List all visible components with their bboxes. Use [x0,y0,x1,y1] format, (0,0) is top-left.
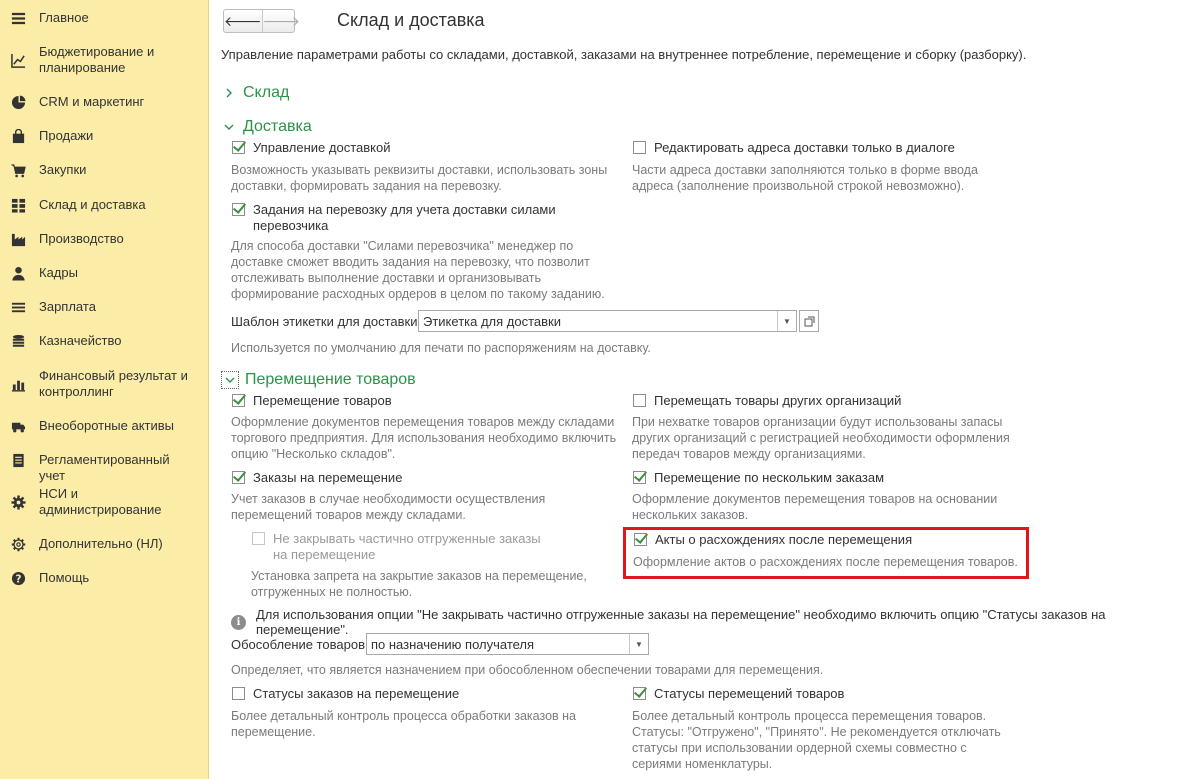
group-dostavka[interactable]: Доставка [221,118,312,136]
transport-tasks-checkbox[interactable]: Задания на перевозку для учета доставки … [232,202,562,234]
factory-icon [10,231,26,247]
group-dostavka-label: Доставка [243,118,312,135]
sidebar-item-warehouse[interactable]: Склад и доставка [0,197,208,215]
dropdown-arrow-icon[interactable]: ▼ [629,634,648,654]
back-button[interactable]: 🡐 [224,10,262,32]
help-icon: ? [10,570,26,586]
wallet-icon [10,299,26,315]
menu-icon [10,10,26,26]
checkbox-box[interactable] [232,141,245,154]
other-org-hint: При нехватке товаров организации будут и… [632,415,1010,461]
warehouse-grid-icon [10,197,26,213]
chevron-right-icon [221,85,237,101]
checkbox-box[interactable] [252,532,265,545]
label-template-select[interactable]: Этикетка для доставки ▼ [418,310,797,332]
sidebar-item-purchases[interactable]: Закупки [0,162,208,180]
shopping-bag-icon [10,128,26,144]
transfer-goods-hint: Оформление документов перемещения товаро… [231,415,617,461]
no-close-orders-hint: Установка запрета на закрытие заказов на… [251,569,587,599]
group-sklad-label: Склад [243,84,290,101]
checkbox-box[interactable] [633,394,646,407]
order-statuses-hint: Более детальный контроль процесса обрабо… [231,709,576,739]
sidebar-item-regulated-accounting[interactable]: Регламентированный учет [0,452,208,483]
sidebar-item-budgeting[interactable]: Бюджетирование и планирование [0,44,208,78]
group-peremeshchenie-label: Перемещение товаров [245,371,416,388]
chevron-down-icon [221,119,237,135]
discrepancy-acts-hint: Оформление актов о расхождениях после пе… [633,555,1018,569]
transfer-statuses-checkbox[interactable]: Статусы перемещений товаров [633,686,844,702]
history-nav: 🡐 🡒 [223,9,300,33]
order-statuses-checkbox[interactable]: Статусы заказов на перемещение [232,686,459,702]
sidebar-item-fixed-assets[interactable]: Внеоборотные активы [0,418,208,436]
sidebar-item-sales[interactable]: Продажи [0,128,208,146]
transfer-orders-checkbox[interactable]: Заказы на перемещение [232,470,402,486]
multi-orders-checkbox[interactable]: Перемещение по нескольким заказам [633,470,884,486]
discrepancy-acts-checkbox[interactable]: Акты о расхождениях после перемещения [634,532,912,548]
sidebar-item-nsi-admin[interactable]: НСИ и администрирование [0,486,208,520]
truck-icon [10,418,26,434]
isolation-hint: Определяет, что является назначением при… [231,663,824,677]
group-peremeshchenie[interactable]: Перемещение товаров [221,371,416,389]
sidebar-item-crm[interactable]: CRM и маркетинг [0,94,208,112]
checkbox-box[interactable] [633,141,646,154]
coins-icon [10,333,26,349]
gear-icon [10,494,26,510]
group-sklad[interactable]: Склад [221,84,289,102]
document-icon [10,452,26,468]
checkbox-box[interactable] [232,394,245,407]
page-title: Склад и доставка [337,10,485,30]
other-org-checkbox[interactable]: Перемещать товары других организаций [633,393,901,409]
no-close-orders-checkbox[interactable]: Не закрывать частично отгруженные заказы… [252,531,552,563]
chevron-down-icon [221,371,239,389]
sidebar-item-help[interactable]: ? Помощь [0,570,208,588]
transport-tasks-hint: Для способа доставки "Силами перевозчика… [231,239,605,301]
checkbox-box[interactable] [232,471,245,484]
delivery-manage-checkbox[interactable]: Управление доставкой [232,140,390,156]
sidebar-item-additional[interactable]: Дополнительно (НЛ) [0,536,208,554]
cart-icon [10,162,26,178]
dropdown-arrow-icon[interactable]: ▼ [777,311,796,331]
sidebar-item-main[interactable]: Главное [0,10,208,28]
multi-orders-hint: Оформление документов перемещения товаро… [632,492,998,522]
info-icon: i [231,614,246,630]
transfer-orders-hint: Учет заказов в случае необходимости осущ… [231,492,546,522]
sidebar: Главное Бюджетирование и планирование CR… [0,0,209,779]
checkbox-box[interactable] [633,471,646,484]
edit-address-hint: Части адреса доставки заполняются только… [632,163,978,193]
bar-chart-icon [10,376,26,392]
label-template-field-label: Шаблон этикетки для доставки: [231,314,422,329]
forward-button[interactable]: 🡒 [261,10,300,32]
checkbox-box[interactable] [633,687,646,700]
sidebar-item-hr[interactable]: Кадры [0,265,208,283]
page-subtitle: Управление параметрами работы со складам… [221,47,1027,62]
label-template-hint: Используется по умолчанию для печати по … [231,341,651,355]
transfer-statuses-hint: Более детальный контроль процесса переме… [632,709,1001,771]
svg-text:?: ? [15,573,21,585]
open-template-button[interactable] [799,310,819,332]
edit-address-checkbox[interactable]: Редактировать адреса доставки только в д… [633,140,955,156]
isolation-select[interactable]: по назначению получателя ▼ [366,633,649,655]
transfer-goods-checkbox[interactable]: Перемещение товаров [232,393,392,409]
open-icon [804,316,814,326]
checkbox-box[interactable] [232,687,245,700]
sidebar-item-treasury[interactable]: Казначейство [0,333,208,351]
delivery-manage-hint: Возможность указывать реквизиты доставки… [231,163,608,193]
person-icon [10,265,26,281]
checkbox-box[interactable] [232,203,245,216]
sidebar-item-salary[interactable]: Зарплата [0,299,208,317]
sidebar-item-financial-result[interactable]: Финансовый результат и контроллинг [0,368,208,402]
isolation-field-label: Обособление товаров: [231,637,369,652]
main-panel: 🡐 🡒 Склад и доставка Управление параметр… [209,0,1200,779]
sidebar-item-production[interactable]: Производство [0,231,208,249]
gear-outline-icon [10,536,26,552]
pie-chart-icon [10,94,26,110]
checkbox-box[interactable] [634,533,647,546]
chart-line-icon [10,52,26,68]
